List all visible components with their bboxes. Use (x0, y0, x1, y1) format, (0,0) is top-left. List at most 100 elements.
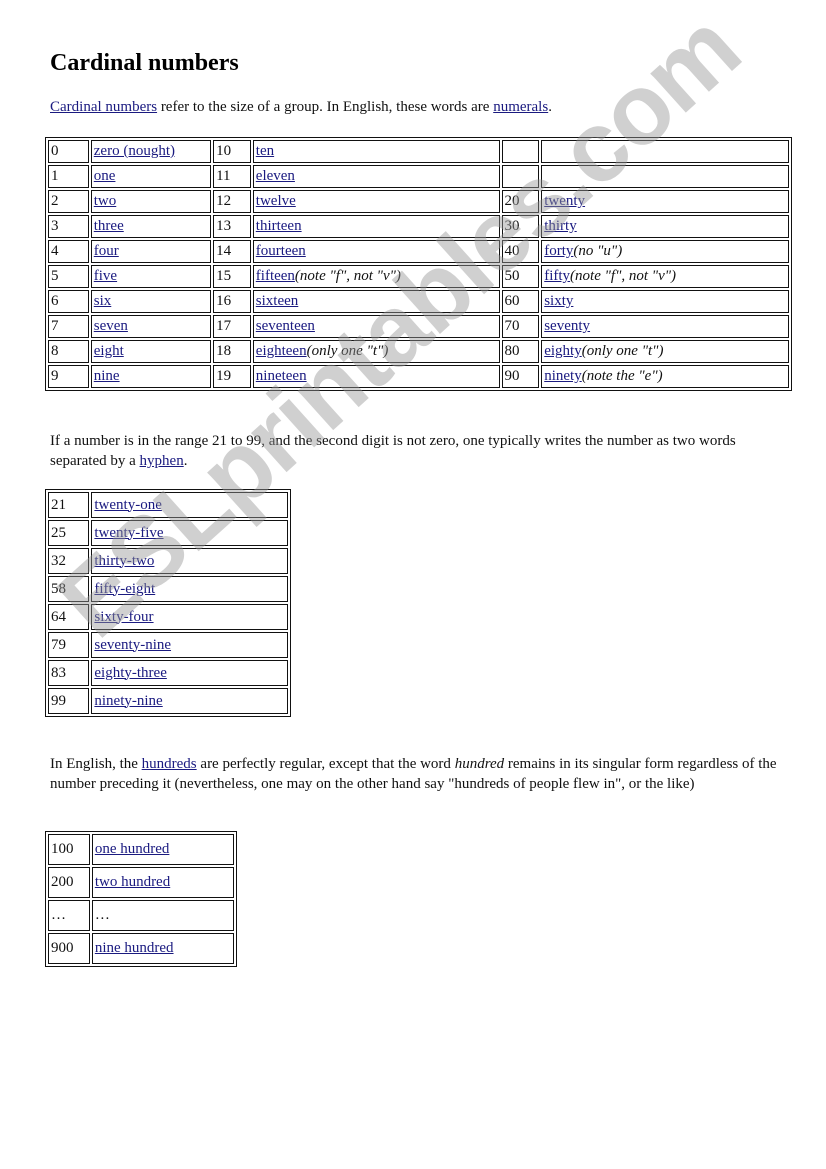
number-word-link[interactable]: nineteen (256, 368, 307, 384)
word-cell: sixty (541, 290, 789, 313)
number-word-link[interactable]: one (94, 168, 116, 184)
spelling-note: (note "f", not "v") (294, 268, 401, 284)
number-cell: 60 (501, 290, 540, 313)
word-cell: one hundred (91, 834, 234, 865)
word-cell: sixty-four (91, 604, 288, 630)
number-cell: 200 (48, 867, 90, 898)
number-word-link[interactable]: sixteen (256, 293, 299, 309)
number-word-link[interactable]: six (94, 293, 112, 309)
number-cell: 5 (48, 265, 89, 288)
number-cell: 3 (48, 215, 89, 238)
number-word-link[interactable]: one hundred (95, 841, 170, 857)
number-word-link[interactable]: eighty-three (94, 665, 166, 681)
number-word-link[interactable]: twenty (544, 193, 585, 209)
number-cell: 11 (213, 165, 251, 188)
number-cell: 90 (501, 365, 540, 388)
table-row: 5 five 15 fifteen(note "f", not "v") 50 fifty… (48, 265, 789, 288)
word-cell: zero (nought) (90, 140, 212, 163)
spelling-note: (only one "t") (581, 343, 664, 359)
number-word-link[interactable]: seventy-nine (94, 637, 171, 653)
word-cell: three (90, 215, 212, 238)
number-cell: 25 (48, 520, 90, 546)
word-cell: nine (90, 365, 212, 388)
number-word-link[interactable]: nine hundred (95, 940, 174, 956)
number-word-link[interactable]: five (94, 268, 117, 284)
number-word-link[interactable]: sixty (544, 293, 573, 309)
table-row: 32 thirty-two (48, 548, 288, 574)
number-cell: 50 (501, 265, 540, 288)
basic-numbers-table: 0 zero (nought) 10 ten 1 one 11 eleven 2 two 12 twe… (45, 137, 792, 391)
number-word-link[interactable]: fourteen (256, 243, 306, 259)
number-word-link[interactable]: three (94, 218, 124, 234)
number-word-link[interactable]: eight (94, 343, 124, 359)
table-row: 3 three 13 thirteen 30 thirty (48, 215, 789, 238)
number-cell: 8 (48, 340, 89, 363)
number-cell: 70 (501, 315, 540, 338)
number-word-link[interactable]: ninety (544, 368, 582, 384)
number-word-link[interactable]: two hundred (95, 874, 170, 890)
table-row: 0 zero (nought) 10 ten (48, 140, 789, 163)
number-cell: 9 (48, 365, 89, 388)
hundreds-text-2: are perfectly regular, except that the w… (196, 756, 455, 772)
cardinal-numbers-link[interactable]: Cardinal numbers (50, 99, 157, 115)
number-word-link[interactable]: nine (94, 368, 120, 384)
number-word-link[interactable]: eleven (256, 168, 295, 184)
number-word-link[interactable]: twelve (256, 193, 296, 209)
number-word-link[interactable]: forty (544, 243, 573, 259)
number-word-link[interactable]: ninety-nine (94, 693, 162, 709)
number-word-link[interactable]: thirty-two (94, 553, 154, 569)
numerals-link[interactable]: numerals (493, 99, 548, 115)
number-cell: 1 (48, 165, 89, 188)
word-cell: seven (90, 315, 212, 338)
table-row: 79 seventy-nine (48, 632, 288, 658)
word-cell: twenty (541, 190, 789, 213)
number-word-link[interactable]: eighty (544, 343, 582, 359)
hundreds-link[interactable]: hundreds (142, 756, 197, 772)
table-row: 8 eight 18 eighteen(only one "t") 80 eighty(o… (48, 340, 789, 363)
table-row: 83 eighty-three (48, 660, 288, 686)
word-cell: twenty-one (91, 492, 288, 518)
word-cell: eight (90, 340, 212, 363)
number-word-link[interactable]: zero (nought) (94, 143, 175, 159)
table-row: 64 sixty-four (48, 604, 288, 630)
word-cell: eleven (252, 165, 500, 188)
word-cell: twenty-five (91, 520, 288, 546)
table-row: 900 nine hundred (48, 933, 234, 964)
word-cell: ninety-nine (91, 688, 288, 714)
number-word-link[interactable]: eighteen (256, 343, 307, 359)
number-word-link[interactable]: seventy (544, 318, 590, 334)
word-cell: thirteen (252, 215, 500, 238)
number-word-link[interactable]: sixty-four (94, 609, 153, 625)
word-cell: twelve (252, 190, 500, 213)
word-cell (541, 165, 789, 188)
number-cell: 900 (48, 933, 90, 964)
number-word-link[interactable]: fifty-eight (94, 581, 155, 597)
word-cell: two hundred (91, 867, 234, 898)
number-word-link[interactable]: fifty (544, 268, 570, 284)
worksheet-page: Cardinal numbers Cardinal numbers refer … (0, 0, 826, 1169)
number-cell: 20 (501, 190, 540, 213)
table-row: 7 seven 17 seventeen 70 seventy (48, 315, 789, 338)
hyphen-link[interactable]: hyphen (140, 453, 184, 469)
number-cell: 7 (48, 315, 89, 338)
table-row: 25 twenty-five (48, 520, 288, 546)
number-word-link[interactable]: thirteen (256, 218, 302, 234)
intro-text-2: . (548, 99, 552, 115)
number-word-link[interactable]: twenty-one (94, 497, 161, 513)
word-cell: fifty-eight (91, 576, 288, 602)
number-word-link[interactable]: four (94, 243, 119, 259)
number-word-link[interactable]: two (94, 193, 117, 209)
number-word-link[interactable]: ten (256, 143, 274, 159)
number-word-link[interactable]: thirty (544, 218, 577, 234)
spelling-note: (note "f", not "v") (570, 268, 677, 284)
number-cell: 17 (213, 315, 251, 338)
number-cell: 58 (48, 576, 90, 602)
number-word-link[interactable]: seven (94, 318, 128, 334)
compound-numbers-table: 21 twenty-one 25 twenty-five 32 thirty-two 58 f… (45, 489, 291, 717)
number-word-link[interactable]: twenty-five (94, 525, 163, 541)
table-row: 6 six 16 sixteen 60 sixty (48, 290, 789, 313)
word-cell: fifteen(note "f", not "v") (252, 265, 500, 288)
number-word-link[interactable]: seventeen (256, 318, 315, 334)
word-cell: seventy (541, 315, 789, 338)
number-word-link[interactable]: fifteen (256, 268, 295, 284)
